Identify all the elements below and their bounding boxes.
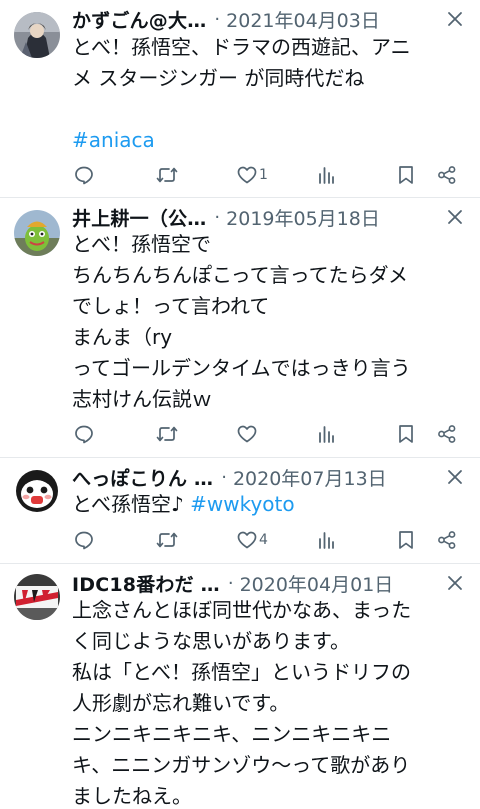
tweet-actions: 1: [72, 163, 468, 187]
reply-icon: [75, 166, 93, 185]
tweet-text-line: ってゴールデンタイムではっきり言う: [72, 356, 411, 380]
share-button[interactable]: [437, 422, 457, 446]
tweet-text: とべ孫悟空♪ #wwkyoto: [72, 489, 472, 520]
tweet-text-line: でしょ！って言われて: [72, 294, 270, 318]
tweet-text-line: とべ！孫悟空、ドラマの西遊記、アニ: [72, 35, 411, 59]
hashtag-link[interactable]: #wwkyoto: [190, 492, 295, 516]
hashtag-link[interactable]: #aniaca: [72, 125, 472, 156]
separator-dot: ·: [214, 206, 221, 228]
tweet-text-line: ましたねえ。: [72, 784, 192, 808]
like-button[interactable]: 4: [237, 528, 268, 552]
share-icon: [438, 531, 456, 549]
share-icon: [438, 166, 456, 184]
tweet-card[interactable]: IDC18番わだ … · 2020年04月01日 上念さんとほぼ同世代かなあ、ま…: [0, 564, 480, 809]
author-name[interactable]: かずごん@大…: [72, 6, 206, 33]
tweet-text-line: とべ！孫悟空で: [72, 232, 211, 256]
tweet-text-line: 志村けん伝説ｗ: [72, 387, 212, 411]
tweet-text-line: 人形劇が忘れ難いです。: [72, 691, 290, 715]
tweet-card[interactable]: へっぽこりん … · 2020年07月13日 とべ孫悟空♪ #wwkyoto 4: [0, 458, 480, 564]
author-name[interactable]: 井上耕一（公…: [72, 204, 206, 231]
analytics-button[interactable]: [317, 163, 335, 187]
tweet-text-line: まんま（ry: [72, 325, 173, 349]
bookmark-icon: [399, 166, 413, 184]
tweet-date[interactable]: 2019年05月18日: [226, 204, 380, 231]
tweet-card[interactable]: かずごん@大… · 2021年04月03日 とべ！孫悟空、ドラマの西遊記、アニ …: [0, 0, 480, 198]
tweet-text-line: ニンニキニキニキ、ニンニキニキニ: [72, 722, 392, 746]
bookmark-button[interactable]: [398, 163, 414, 187]
bookmark-button[interactable]: [398, 528, 414, 552]
retweet-button[interactable]: [156, 528, 178, 552]
reply-icon: [75, 531, 93, 550]
reply-button[interactable]: [74, 422, 94, 446]
heart-icon: [237, 531, 257, 549]
tweet-text-run: とべ孫悟空♪: [72, 492, 191, 516]
tweet-text: 上念さんとほぼ同世代かなあ、まった く同じような思いがあります。 私は「とべ！孫…: [72, 595, 472, 809]
tweet-text-line: とべ孫悟空♪ #wwkyoto: [72, 489, 472, 520]
separator-dot: ·: [221, 466, 227, 488]
more-options-icon[interactable]: [440, 2, 470, 36]
tweet-text-line: ちんちんちんぽこって言ってたらダメ: [72, 263, 408, 287]
tweet-text: とべ！孫悟空で ちんちんちんぽこって言ってたらダメ でしょ！って言われて まんま…: [72, 229, 472, 415]
heart-icon: [237, 166, 257, 184]
tweet-text-line: 私は「とべ！孫悟空」というドリフの: [72, 660, 411, 684]
analytics-button[interactable]: [317, 528, 335, 552]
anime-character-avatar-icon[interactable]: [14, 12, 60, 58]
author-name[interactable]: IDC18番わだ …: [72, 570, 220, 597]
retweet-icon: [156, 167, 178, 183]
tweet-feed: かずごん@大… · 2021年04月03日 とべ！孫悟空、ドラマの西遊記、アニ …: [0, 0, 480, 809]
tweet-actions: [72, 422, 468, 446]
like-button[interactable]: [237, 422, 259, 446]
station-sign-avatar-icon[interactable]: [14, 574, 60, 620]
tweet-text-line: メ スタージンガー が同時代だね: [72, 66, 365, 90]
tweet-actions: 4: [72, 528, 468, 552]
bookmark-icon: [399, 425, 413, 443]
separator-dot: ·: [214, 8, 221, 30]
tweet-card[interactable]: 井上耕一（公… · 2019年05月18日 とべ！孫悟空で ちんちんちんぽこって…: [0, 198, 480, 458]
analytics-icon: [319, 532, 334, 549]
retweet-icon: [156, 532, 178, 548]
analytics-button[interactable]: [317, 422, 335, 446]
tweet-text: とべ！孫悟空、ドラマの西遊記、アニ メ スタージンガー が同時代だね #ania…: [72, 32, 472, 156]
tweet-header: かずごん@大… · 2021年04月03日: [72, 2, 472, 36]
tweet-date[interactable]: 2021年04月03日: [226, 6, 380, 33]
bookmark-icon: [399, 531, 413, 549]
share-icon: [438, 425, 456, 443]
tweet-text-line: キ、ニニンガサンゾウ〜って歌があり: [72, 753, 411, 777]
reply-button[interactable]: [74, 163, 94, 187]
analytics-icon: [319, 426, 334, 443]
tweet-text-line: く同じような思いがあります。: [72, 629, 350, 653]
reply-icon: [75, 425, 93, 444]
tweet-date[interactable]: 2020年07月13日: [233, 464, 387, 491]
tweet-text-blank: [72, 94, 472, 125]
like-button[interactable]: 1: [237, 163, 268, 187]
bookmark-button[interactable]: [398, 422, 414, 446]
tweet-text-line: 上念さんとほぼ同世代かなあ、まった: [72, 598, 412, 622]
like-count: 1: [259, 167, 268, 183]
cartoon-face-avatar-icon[interactable]: [14, 468, 60, 514]
share-button[interactable]: [437, 528, 457, 552]
author-name[interactable]: へっぽこりん …: [72, 464, 213, 491]
retweet-button[interactable]: [156, 422, 178, 446]
costume-character-avatar-icon[interactable]: [14, 210, 60, 256]
share-button[interactable]: [437, 163, 457, 187]
retweet-icon: [156, 426, 178, 442]
retweet-button[interactable]: [156, 163, 178, 187]
reply-button[interactable]: [74, 528, 94, 552]
analytics-icon: [319, 167, 334, 184]
heart-icon: [237, 425, 257, 443]
like-count: 4: [259, 532, 268, 548]
tweet-date[interactable]: 2020年04月01日: [240, 570, 394, 597]
separator-dot: ·: [227, 572, 234, 594]
